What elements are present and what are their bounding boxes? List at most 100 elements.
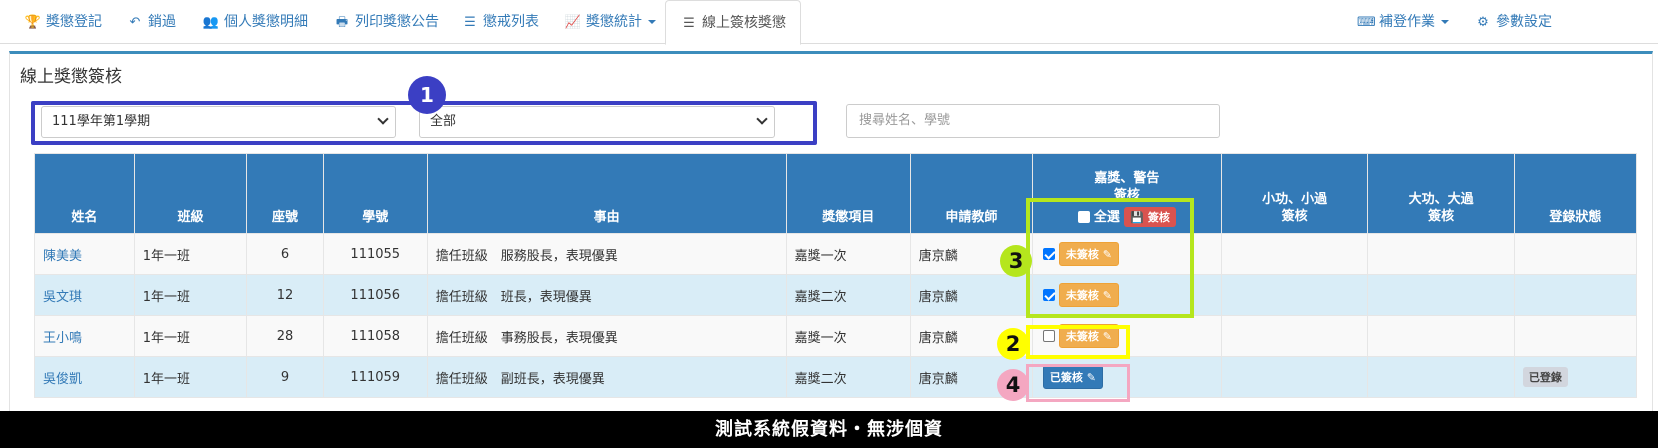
cell-student-id: 111055 — [322, 233, 428, 275]
student-name-link[interactable]: 吳文琪 — [43, 290, 82, 305]
filter-value: 全部 — [430, 114, 457, 129]
users-icon: 👥 — [202, 15, 220, 30]
footer-disclaimer: 測試系統假資料・無涉個資 — [0, 411, 1658, 448]
cell-reason: 擔任班級 班長，表現優異 — [426, 274, 787, 316]
table-row: 王小鳴 1年一班 28 111058 擔任班級 事務股長，表現優異 嘉獎一次 唐… — [34, 315, 1638, 357]
nav-label: 列印獎懲公告 — [355, 14, 439, 30]
nav-item-settings[interactable]: ⚙ 參數設定 — [1474, 0, 1552, 44]
list-icon: ☰ — [683, 16, 695, 31]
cell-reason: 擔任班級 副班長，表現優異 — [426, 356, 787, 398]
cell-seat: 28 — [246, 315, 324, 357]
sign1-subtitle: 簽核 — [1113, 187, 1140, 203]
student-name-link[interactable]: 吳俊凱 — [43, 372, 82, 387]
col-header-name: 姓名 — [34, 153, 135, 234]
signed-button[interactable]: 已簽核 ✎ — [1042, 365, 1103, 389]
edit-icon: ✎ — [1086, 371, 1096, 384]
cell-sign3 — [1367, 315, 1515, 357]
top-nav: 🏆 獎懲登記 ↶ 銷過 👥 個人獎懲明細 🖶 列印獎懲公告 ☰ 懲戒列表 📈 獎懲統計 ☰ 線… — [0, 0, 1658, 45]
cell-student-id: 111059 — [322, 356, 428, 398]
cell-seat: 6 — [246, 233, 324, 275]
semester-value: 111學年第1學期 — [52, 114, 151, 129]
select-all-checkbox[interactable] — [1077, 211, 1090, 223]
nav-label: 補登作業 — [1379, 14, 1435, 30]
semester-select[interactable]: 111學年第1學期 — [41, 106, 396, 138]
chevron-down-icon — [756, 113, 768, 125]
row-checkbox[interactable] — [1042, 330, 1055, 342]
undo-icon: ↶ — [129, 15, 141, 30]
cell-sign2 — [1220, 356, 1369, 398]
row-checkbox[interactable] — [1042, 289, 1055, 301]
tab-online-sign[interactable]: ☰ 線上簽核獎懲 — [665, 0, 801, 45]
cell-sign2 — [1220, 233, 1369, 275]
sign3-subtitle: 簽核 — [1428, 209, 1455, 224]
cell-class: 1年一班 — [133, 356, 248, 398]
cell-seat: 9 — [246, 356, 324, 398]
col-header-student-id: 學號 — [322, 153, 428, 234]
cell-sign1: 未簽核 ✎ — [1031, 233, 1222, 275]
student-name-link[interactable]: 陳美美 — [43, 249, 82, 264]
cell-teacher: 唐京麟 — [909, 274, 1033, 316]
cell-status — [1513, 315, 1638, 357]
nav-item-discipline-list[interactable]: ☰ 懲戒列表 — [461, 0, 539, 44]
edit-icon: ✎ — [1102, 248, 1112, 261]
cell-sign1: 未簽核 ✎ — [1031, 315, 1222, 357]
row-checkbox[interactable] — [1042, 248, 1055, 260]
status-badge: 已登錄 — [1522, 367, 1568, 387]
student-name-link[interactable]: 王小鳴 — [43, 331, 82, 346]
cell-name[interactable]: 吳俊凱 — [34, 356, 135, 398]
cell-name[interactable]: 吳文琪 — [34, 274, 135, 316]
cell-item: 嘉獎二次 — [785, 274, 911, 316]
nav-item-supplement[interactable]: ⌨ 補登作業 — [1357, 0, 1449, 44]
chart-icon: 📈 — [564, 15, 582, 30]
cell-item: 嘉獎二次 — [785, 356, 911, 398]
unsigned-button[interactable]: 未簽核 ✎ — [1058, 242, 1119, 266]
cell-sign1: 已簽核 ✎ — [1031, 356, 1222, 398]
trophy-icon: 🏆 — [24, 15, 42, 30]
sign2-title: 小功、小過 — [1262, 192, 1328, 207]
annotation-badge-3: 3 — [1000, 245, 1032, 277]
print-icon: 🖶 — [335, 15, 349, 30]
cell-name[interactable]: 陳美美 — [34, 233, 135, 275]
cell-student-id: 111058 — [322, 315, 428, 357]
select-all-label: 全選 — [1093, 209, 1120, 225]
cell-sign3 — [1367, 356, 1515, 398]
col-header-item: 獎懲項目 — [785, 153, 911, 234]
nav-label: 參數設定 — [1496, 14, 1552, 30]
cell-sign2 — [1220, 274, 1369, 316]
col-header-teacher: 申請教師 — [909, 153, 1033, 234]
nav-item-print-notice[interactable]: 🖶 列印獎懲公告 — [333, 0, 439, 44]
nav-item-personal-detail[interactable]: 👥 個人獎懲明細 — [202, 0, 308, 44]
filter-select[interactable]: 全部 — [419, 106, 775, 138]
cell-reason: 擔任班級 服務股長，表現優異 — [426, 233, 787, 275]
edit-icon: ✎ — [1102, 289, 1112, 302]
batch-sign-button[interactable]: 💾 簽核 — [1124, 207, 1176, 227]
page-title: 線上獎懲簽核 — [20, 67, 122, 87]
annotation-badge-2: 2 — [997, 328, 1029, 360]
col-header-class: 班級 — [133, 153, 248, 234]
signed-label: 已簽核 — [1049, 371, 1083, 384]
cell-item: 嘉獎一次 — [785, 315, 911, 357]
nav-item-cancel[interactable]: ↶ 銷過 — [126, 0, 176, 44]
sign1-title: 嘉獎、警告 — [1094, 170, 1160, 186]
cell-sign1: 未簽核 ✎ — [1031, 274, 1222, 316]
search-input[interactable]: 搜尋姓名、學號 — [846, 104, 1220, 138]
cell-name[interactable]: 王小鳴 — [34, 315, 135, 357]
unsigned-button[interactable]: 未簽核 ✎ — [1058, 283, 1119, 307]
unsigned-button[interactable]: 未簽核 ✎ — [1058, 324, 1119, 348]
cell-item: 嘉獎一次 — [785, 233, 911, 275]
cell-seat: 12 — [246, 274, 324, 316]
annotation-badge-1: 1 — [408, 76, 446, 114]
nav-item-award-register[interactable]: 🏆 獎懲登記 — [24, 0, 102, 44]
edit-icon: ✎ — [1102, 330, 1112, 343]
cell-class: 1年一班 — [133, 274, 248, 316]
col-header-reason: 事由 — [426, 153, 787, 234]
nav-label: 懲戒列表 — [483, 14, 539, 30]
unsigned-label: 未簽核 — [1065, 330, 1099, 343]
table-row: 吳俊凱 1年一班 9 111059 擔任班級 副班長，表現優異 嘉獎二次 唐京麟… — [34, 356, 1638, 398]
chevron-down-icon — [648, 20, 656, 24]
save-icon: 💾 — [1130, 211, 1145, 224]
cell-student-id: 111056 — [322, 274, 428, 316]
sign3-title: 大功、大過 — [1408, 192, 1474, 207]
cell-sign3 — [1367, 274, 1515, 316]
nav-item-statistics[interactable]: 📈 獎懲統計 — [564, 0, 656, 44]
